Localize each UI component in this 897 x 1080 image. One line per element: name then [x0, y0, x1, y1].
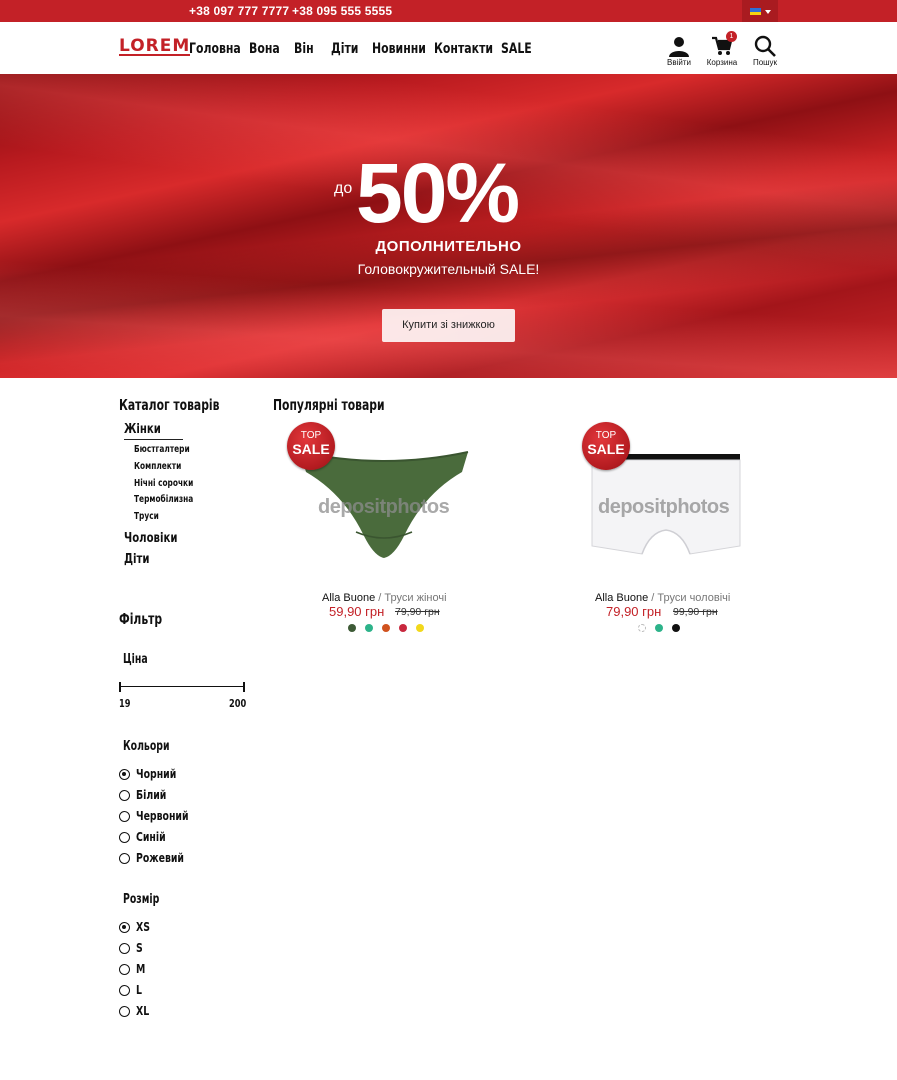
top-sale-badge: TOP SALE	[582, 422, 630, 470]
color-label-pink: Рожевий	[136, 851, 184, 865]
product-brand: Alla Buone	[322, 592, 376, 604]
subcategory-bras[interactable]: Бюстгалтери	[134, 444, 190, 455]
product-price: 59,90 грн	[329, 604, 385, 619]
color-label-black: Чорний	[136, 767, 177, 781]
site-logo[interactable]: LOREM	[119, 38, 191, 56]
color-swatch-teal[interactable]	[655, 624, 663, 632]
phone-number-1[interactable]: +38 097 777 7777	[189, 4, 289, 18]
top-bar: +38 097 777 7777 +38 095 555 5555	[0, 0, 897, 22]
size-label-l: L	[136, 983, 142, 997]
colors-title: Кольори	[123, 739, 170, 754]
product-name[interactable]: Alla Buone / Труси жіночі	[322, 592, 447, 604]
subcategory-nightgowns[interactable]: Нічні сорочки	[134, 478, 193, 489]
product-brand: Alla Buone	[595, 592, 649, 604]
hero-subtitle: ДОПОЛНИТЕЛЬНО	[375, 238, 522, 255]
search-button[interactable]: Пошук	[745, 35, 785, 67]
top-sale-badge: TOP SALE	[287, 422, 335, 470]
color-label-blue: Синій	[136, 830, 166, 844]
price-min-value: 19	[119, 697, 131, 710]
color-radio-blue[interactable]	[119, 832, 130, 843]
cart-button[interactable]: 1 Корзина	[702, 31, 742, 67]
popular-products-title: Популярні товари	[273, 396, 385, 414]
language-selector[interactable]	[742, 0, 778, 22]
subcategory-sets[interactable]: Комплекти	[134, 461, 181, 472]
nav-item-kids[interactable]: Діти	[331, 41, 358, 57]
buy-with-discount-button[interactable]: Купити зі знижкою	[382, 309, 515, 342]
search-label: Пошук	[752, 58, 778, 67]
size-radio-m[interactable]	[119, 964, 130, 975]
size-label-m: M	[136, 962, 146, 976]
color-radio-pink[interactable]	[119, 853, 130, 864]
login-button[interactable]: Ввійти	[659, 35, 699, 67]
price-max-value: 200	[229, 697, 247, 710]
hero-discount: 50%	[356, 146, 520, 240]
size-radio-l[interactable]	[119, 985, 130, 996]
product-old-price: 99,90 грн	[673, 606, 718, 618]
search-icon	[754, 35, 776, 57]
category-women[interactable]: Жінки	[124, 422, 161, 437]
color-label-white: Білий	[136, 788, 167, 802]
hero-prefix: до	[334, 180, 353, 197]
product-old-price: 79,90 грн	[395, 606, 440, 618]
color-swatch-white[interactable]	[638, 624, 646, 632]
category-men[interactable]: Чоловіки	[124, 531, 177, 546]
color-swatch-teal[interactable]	[365, 624, 373, 632]
nav-item-women[interactable]: Вона	[249, 41, 280, 57]
cart-label: Корзина	[706, 58, 738, 67]
size-radio-s[interactable]	[119, 943, 130, 954]
color-swatch-orange[interactable]	[382, 624, 390, 632]
product-price: 79,90 грн	[606, 604, 662, 619]
color-swatch-green[interactable]	[348, 624, 356, 632]
color-label-red: Червоний	[136, 809, 189, 823]
nav-item-contacts[interactable]: Контакти	[434, 41, 493, 57]
size-radio-xs[interactable]	[119, 922, 130, 933]
color-radio-red[interactable]	[119, 811, 130, 822]
nav-item-sale[interactable]: SALE	[501, 41, 532, 57]
subcategory-thermal[interactable]: Термобілизна	[134, 494, 193, 505]
login-label: Ввійти	[667, 58, 691, 67]
product-separator: /	[378, 592, 382, 604]
catalog-title: Каталог товарів	[119, 396, 220, 414]
category-kids[interactable]: Діти	[124, 552, 149, 567]
price-slider-track[interactable]	[120, 686, 245, 687]
user-icon	[669, 37, 689, 57]
subcategory-underwear[interactable]: Труси	[134, 511, 159, 522]
product-type: Труси жіночі	[384, 592, 447, 604]
price-slider-max-handle[interactable]	[243, 682, 245, 692]
nav-item-men[interactable]: Він	[294, 41, 314, 57]
size-title: Розмір	[123, 892, 160, 907]
ukraine-flag-icon	[750, 8, 761, 15]
price-title: Ціна	[123, 652, 148, 667]
watermark-text: depositphotos	[598, 496, 730, 518]
nav-item-home[interactable]: Головна	[189, 41, 241, 57]
hero-tagline: Головокружительный SALE!	[357, 261, 540, 277]
product-name[interactable]: Alla Buone / Труси чоловічі	[595, 592, 730, 604]
site-header: LOREM Головна Вона Він Діти Новинни Конт…	[0, 22, 897, 74]
watermark-text: depositphotos	[318, 496, 450, 518]
size-label-xs: XS	[136, 920, 150, 934]
size-label-xl: XL	[136, 1004, 150, 1018]
product-type: Труси чоловічі	[657, 592, 731, 604]
chevron-down-icon	[765, 10, 771, 14]
phone-number-2[interactable]: +38 095 555 5555	[292, 4, 392, 18]
color-radio-white[interactable]	[119, 790, 130, 801]
filter-title: Фільтр	[119, 610, 163, 628]
color-swatch-yellow[interactable]	[416, 624, 424, 632]
nav-item-news[interactable]: Новинни	[372, 41, 426, 57]
color-swatch-black[interactable]	[672, 624, 680, 632]
cart-count-badge: 1	[726, 31, 737, 42]
color-swatch-red[interactable]	[399, 624, 407, 632]
size-label-s: S	[136, 941, 143, 955]
color-radio-black[interactable]	[119, 769, 130, 780]
product-separator: /	[651, 592, 655, 604]
price-slider-min-handle[interactable]	[119, 682, 121, 692]
size-radio-xl[interactable]	[119, 1006, 130, 1017]
active-category-underline	[124, 439, 183, 440]
